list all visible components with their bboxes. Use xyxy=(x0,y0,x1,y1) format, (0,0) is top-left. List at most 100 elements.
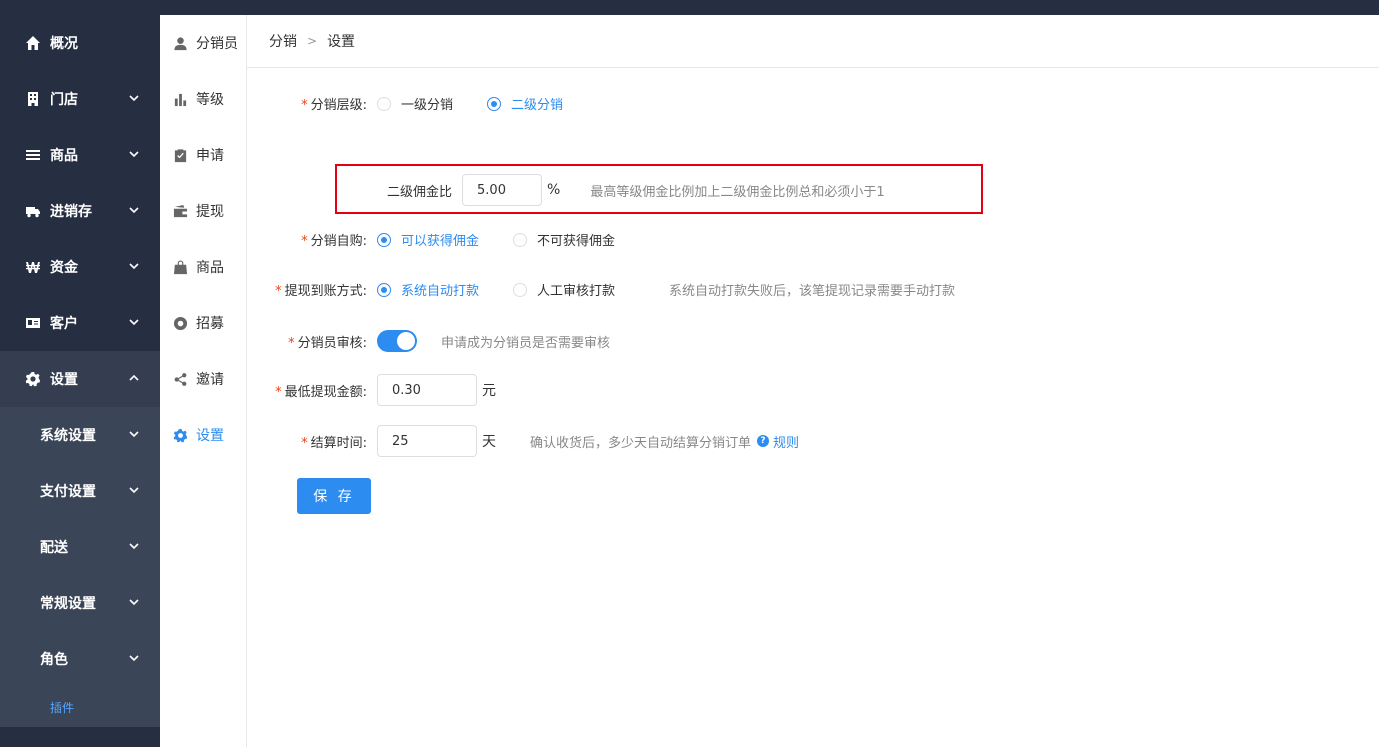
sidebar-item-label: 进销存 xyxy=(50,204,92,220)
help-circle-icon[interactable]: ? xyxy=(757,435,770,447)
sidebar-item-label: 客户 xyxy=(50,316,78,332)
list-icon xyxy=(24,146,42,164)
row-distribution-level: * 分销层级: 一级分销 二级分销 xyxy=(247,94,597,113)
sidebar-item-funds[interactable]: 资金 xyxy=(0,239,160,295)
sidebar-item-inventory[interactable]: 进销存 xyxy=(0,183,160,239)
building-icon xyxy=(24,90,42,108)
gear-icon xyxy=(24,370,42,388)
submenu-label: 支付设置 xyxy=(40,484,96,500)
settle-time-input[interactable] xyxy=(377,425,477,457)
submenu-label: 系统设置 xyxy=(40,428,96,444)
review-toggle[interactable] xyxy=(377,330,417,352)
sidebar2-item-label: 分销员 xyxy=(196,36,238,52)
min-withdraw-input[interactable] xyxy=(377,374,477,406)
sidebar2-item-applications[interactable]: 申请 xyxy=(160,127,246,183)
submenu-delivery[interactable]: 配送 xyxy=(0,519,160,575)
commission-input[interactable] xyxy=(462,174,543,206)
radio-dot[interactable] xyxy=(377,96,391,111)
sidebar2-item-settings[interactable]: 设置 xyxy=(160,407,246,463)
sidebar2-item-withdraw[interactable]: 提现 xyxy=(160,183,246,239)
sidebar-item-label: 资金 xyxy=(50,260,78,276)
field-label: * 分销层级: xyxy=(301,98,367,113)
row-distributor-review: * 分销员审核: 申请成为分销员是否需要审核 xyxy=(247,330,610,352)
chevron-down-icon xyxy=(128,652,140,664)
wallet-icon xyxy=(172,203,188,219)
radio-withdraw-auto[interactable]: 系统自动打款 xyxy=(377,280,479,299)
sidebar-item-label: 门店 xyxy=(50,92,78,108)
submenu-label: 配送 xyxy=(40,540,68,556)
sidebar-item-goods[interactable]: 商品 xyxy=(0,127,160,183)
row-commission: 二级佣金比 % 最高等级佣金比例加上二级佣金比例总和必须小于1 xyxy=(387,174,885,206)
breadcrumb: 分销 > 设置 xyxy=(247,15,1379,68)
radio-level-two[interactable]: 二级分销 xyxy=(487,94,563,113)
commission-label: 二级佣金比 xyxy=(387,184,453,200)
chevron-down-icon xyxy=(128,596,140,608)
field-label: * 分销员审核: xyxy=(288,335,367,351)
submenu-system-settings[interactable]: 系统设置 xyxy=(0,407,160,463)
sidebar2-item-label: 商品 xyxy=(196,260,224,276)
lifebuoy-icon xyxy=(172,315,188,331)
chevron-down-icon xyxy=(128,204,140,216)
chevron-down-icon xyxy=(128,484,140,496)
field-label: * 分销自购: xyxy=(301,234,367,249)
sidebar2-item-recruit[interactable]: 招募 xyxy=(160,295,246,351)
submenu-payment-settings[interactable]: 支付设置 xyxy=(0,463,160,519)
sidebar2-item-label: 申请 xyxy=(196,148,224,164)
radio-withdraw-manual[interactable]: 人工审核打款 xyxy=(513,280,615,299)
chevron-down-icon xyxy=(128,428,140,440)
top-bar xyxy=(0,0,1379,15)
radio-dot[interactable] xyxy=(487,96,502,111)
sidebar-item-label: 设置 xyxy=(50,372,78,388)
chevron-down-icon xyxy=(128,148,140,160)
settings-submenu: 系统设置 支付设置 配送 常规设置 角色 插件 xyxy=(0,407,160,727)
submenu-general-settings[interactable]: 常规设置 xyxy=(0,575,160,631)
settle-time-hint: 确认收货后，多少天自动结算分销订单 xyxy=(530,435,752,451)
submenu-roles[interactable]: 角色 xyxy=(0,631,160,687)
radio-self-purchase-yes[interactable]: 可以获得佣金 xyxy=(377,230,479,249)
truck-icon xyxy=(24,202,42,220)
sidebar-item-overview[interactable]: 概况 xyxy=(0,15,160,71)
breadcrumb-current: 设置 xyxy=(327,34,356,50)
field-label: * 最低提现金额: xyxy=(275,384,367,400)
sidebar2-item-levels[interactable]: 等级 xyxy=(160,71,246,127)
chevron-down-icon xyxy=(128,540,140,552)
field-label: * 结算时间: xyxy=(301,435,367,451)
radio-dot[interactable] xyxy=(377,232,391,247)
sidebar2-item-label: 邀请 xyxy=(196,372,224,388)
chevron-down-icon xyxy=(128,92,140,104)
sidebar-item-customers[interactable]: 客户 xyxy=(0,295,160,351)
sidebar-item-settings[interactable]: 设置 xyxy=(0,351,160,407)
main-content: 分销 > 设置 *分销层级: 一级分销 二级分销 二级佣金比 % 最高等级佣金比… xyxy=(247,15,1379,747)
radio-dot[interactable] xyxy=(513,282,528,297)
save-button[interactable]: 保 存 xyxy=(297,478,371,514)
rules-link[interactable]: 规则 xyxy=(773,432,799,451)
submenu-label: 插件 xyxy=(50,700,75,715)
sidebar-item-store[interactable]: 门店 xyxy=(0,71,160,127)
submenu-plugins[interactable]: 插件 xyxy=(0,687,160,727)
sidebar2-item-goods[interactable]: 商品 xyxy=(160,239,246,295)
breadcrumb-parent[interactable]: 分销 xyxy=(269,31,297,51)
row-min-withdraw: *最低提现金额: 元 xyxy=(247,374,496,406)
row-self-purchase: * 分销自购: 可以获得佣金 不可获得佣金 xyxy=(247,230,649,249)
settle-time-unit: 天 xyxy=(482,434,496,450)
user-icon xyxy=(172,35,188,51)
commission-unit: % xyxy=(547,182,561,198)
radio-level-one[interactable]: 一级分销 xyxy=(377,94,453,113)
sidebar2-item-label: 等级 xyxy=(196,92,224,108)
chevron-up-icon xyxy=(128,372,140,384)
sidebar2-item-invite[interactable]: 邀请 xyxy=(160,351,246,407)
chevron-down-icon xyxy=(128,260,140,272)
radio-dot[interactable] xyxy=(513,232,528,247)
bar-chart-icon xyxy=(172,91,188,107)
submenu-label: 常规设置 xyxy=(40,596,96,612)
sidebar2-item-label: 设置 xyxy=(196,428,224,444)
clipboard-icon xyxy=(172,147,188,163)
breadcrumb-separator: > xyxy=(307,34,318,48)
main-sidebar: 概况 门店 商品 进销存 资金 客户 设置 系统设置 支付设置 配送 常规设置 … xyxy=(0,15,160,747)
sidebar-item-label: 商品 xyxy=(50,148,78,164)
secondary-sidebar: 分销员 等级 申请 提现 商品 招募 邀请 设置 xyxy=(160,15,247,747)
radio-self-purchase-no[interactable]: 不可获得佣金 xyxy=(513,230,615,249)
radio-dot[interactable] xyxy=(377,282,391,297)
won-icon xyxy=(24,258,42,276)
sidebar2-item-distributors[interactable]: 分销员 xyxy=(160,15,246,71)
